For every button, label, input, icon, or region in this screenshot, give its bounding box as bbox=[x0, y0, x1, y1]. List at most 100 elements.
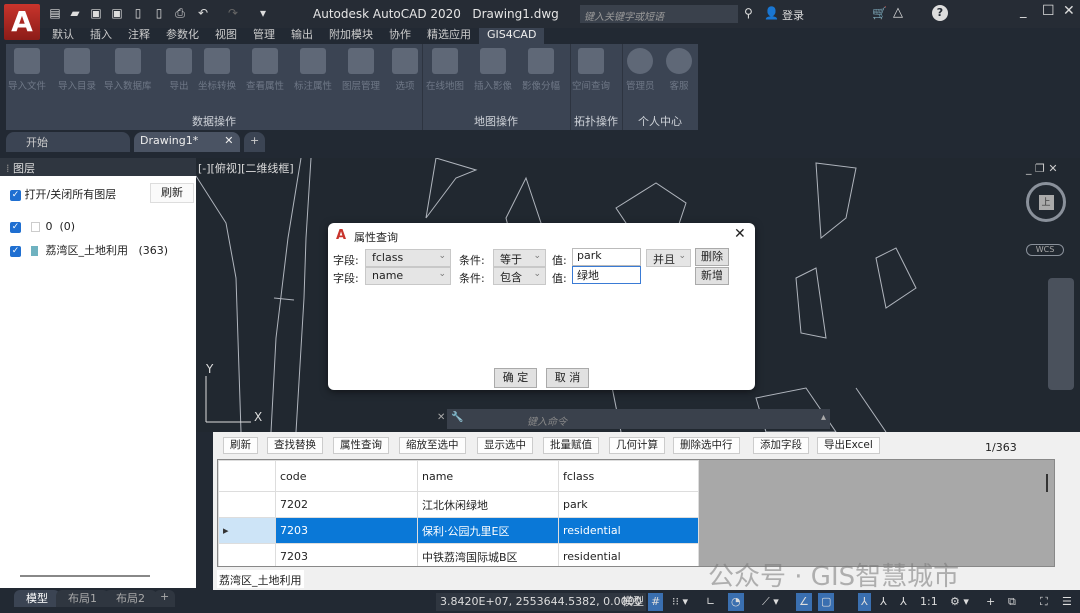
coordinate-transform-button[interactable]: 坐标转换 bbox=[198, 48, 236, 92]
options-button[interactable]: 选项 bbox=[392, 48, 418, 92]
ribbon-tab[interactable]: 默认 bbox=[44, 28, 82, 44]
plus-icon[interactable]: + bbox=[986, 593, 995, 611]
ribbon-tab[interactable]: 附加模块 bbox=[321, 28, 381, 44]
help-icon[interactable]: ? bbox=[932, 5, 948, 21]
isodraft-icon[interactable]: ⟋ ▾ bbox=[762, 593, 779, 611]
isolate-icon[interactable]: ⧉ bbox=[1008, 593, 1016, 611]
refresh-layers-button[interactable]: 刷新 bbox=[150, 183, 194, 203]
wcs-menu[interactable]: WCS bbox=[1026, 244, 1064, 256]
layer-item[interactable]: ✓ 0 (0) bbox=[10, 220, 75, 233]
minimize-button[interactable]: _ bbox=[1020, 4, 1027, 19]
ribbon-tab[interactable]: 插入 bbox=[82, 28, 120, 44]
cart-icon[interactable]: 🛒 bbox=[872, 6, 887, 20]
help-search-input[interactable]: 键入关键字或短语 bbox=[580, 5, 738, 23]
tab-drawing1[interactable]: Drawing1* ✕ bbox=[134, 132, 240, 152]
image-tiling-button[interactable]: 影像分幅 bbox=[522, 48, 560, 92]
logic-select[interactable]: 并且 ⌄ bbox=[646, 249, 691, 267]
ortho-icon[interactable]: ∟ bbox=[706, 593, 715, 611]
checkbox-icon[interactable]: ✓ bbox=[10, 245, 21, 257]
import-file-button[interactable]: 导入文件 bbox=[8, 48, 46, 92]
online-map-button[interactable]: 在线地图 bbox=[426, 48, 464, 92]
app-menu-button[interactable]: A bbox=[4, 4, 40, 40]
ok-button[interactable]: 确 定 bbox=[494, 368, 537, 388]
ribbon-tab[interactable]: 精选应用 bbox=[419, 28, 479, 44]
batch-assign-button[interactable]: 批量赋值 bbox=[543, 437, 599, 454]
support-button[interactable]: 客服 bbox=[666, 48, 692, 92]
customize-menu-icon[interactable]: ☰ bbox=[1062, 593, 1072, 611]
tab-layout2[interactable]: 布局2 bbox=[104, 590, 157, 607]
navigation-bar[interactable] bbox=[1048, 278, 1074, 390]
import-database-button[interactable]: 导入数据库 bbox=[104, 48, 152, 92]
insert-image-button[interactable]: 插入影像 bbox=[474, 48, 512, 92]
add-field-button[interactable]: 添加字段 bbox=[753, 437, 809, 454]
layer-color-swatch[interactable] bbox=[30, 246, 38, 256]
geometry-calc-button[interactable]: 几何计算 bbox=[609, 437, 665, 454]
column-header[interactable]: name bbox=[417, 460, 559, 492]
new-icon[interactable]: ▤ bbox=[48, 6, 62, 20]
command-line[interactable]: ✕ 🔧 键入命令 ▴ bbox=[437, 409, 830, 429]
field-select[interactable]: fclass ⌄ bbox=[365, 249, 451, 267]
save-as-icon[interactable]: ▣ bbox=[110, 6, 124, 20]
new-tab-button[interactable]: + bbox=[244, 132, 266, 152]
autodesk-a360-icon[interactable]: △ bbox=[893, 5, 903, 20]
command-history-icon[interactable]: ▴ bbox=[821, 412, 826, 423]
table-row[interactable]: 7202 江北休闲绿地 park bbox=[218, 491, 699, 518]
grid-icon[interactable]: # bbox=[648, 593, 664, 611]
command-close-icon[interactable]: ✕ bbox=[437, 412, 445, 423]
open-icon[interactable]: ▰ bbox=[68, 6, 82, 20]
add-condition-button[interactable]: 新增 bbox=[695, 267, 729, 285]
binoculars-icon[interactable]: ⚲ bbox=[744, 6, 753, 20]
viewport-controls[interactable]: [-][俯视][二维线框] bbox=[198, 160, 294, 176]
ribbon-tab[interactable]: 视图 bbox=[207, 28, 245, 44]
tab-layout1[interactable]: 布局1 bbox=[56, 590, 109, 607]
admin-button[interactable]: 管理员 bbox=[626, 48, 655, 92]
find-replace-button[interactable]: 查找替换 bbox=[267, 437, 323, 454]
wrench-icon[interactable]: 🔧 bbox=[451, 412, 463, 423]
toggle-all-layers[interactable]: ✓ 打开/关闭所有图层 bbox=[10, 186, 116, 202]
refresh-button[interactable]: 刷新 bbox=[223, 437, 258, 454]
tab-model[interactable]: 模型 bbox=[14, 590, 60, 607]
coordinates-readout[interactable]: 3.8420E+07, 2553644.5382, 0.0000 bbox=[436, 593, 646, 611]
ribbon-tab[interactable]: 管理 bbox=[245, 28, 283, 44]
redo-icon[interactable]: ↷ bbox=[226, 6, 240, 20]
fullscreen-icon[interactable]: ⛶ bbox=[1040, 593, 1048, 611]
attribute-query-button[interactable]: 属性查询 bbox=[333, 437, 389, 454]
export-button[interactable]: 导出 bbox=[166, 48, 192, 92]
osnap-icon[interactable]: ▢ bbox=[818, 593, 835, 611]
table-row-selected[interactable]: ▸ 7203 保利·公园九里E区 residential bbox=[218, 517, 699, 544]
layer-manager-button[interactable]: 图层管理 bbox=[342, 48, 380, 92]
viewcube[interactable]: 上 bbox=[1026, 182, 1066, 222]
auto-scale-icon[interactable]: ⅄ bbox=[880, 593, 887, 611]
layer-item[interactable]: ✓ 荔湾区_土地利用 (363) bbox=[10, 242, 168, 258]
annotation-scale-value[interactable]: 1:1 bbox=[920, 593, 938, 611]
save-icon[interactable]: ▣ bbox=[89, 6, 103, 20]
checkbox-icon[interactable]: ✓ bbox=[10, 221, 21, 233]
ribbon-tab[interactable]: 注释 bbox=[120, 28, 158, 44]
login-button[interactable]: 登录 bbox=[782, 7, 804, 23]
show-selected-button[interactable]: 显示选中 bbox=[477, 437, 533, 454]
vertical-scrollbar[interactable] bbox=[1046, 474, 1048, 492]
viewcube-top[interactable]: 上 bbox=[1038, 195, 1054, 210]
share-icon[interactable]: ▯ bbox=[152, 6, 166, 20]
close-button[interactable]: ✕ bbox=[1063, 3, 1075, 19]
condition-select[interactable]: 等于 ⌄ bbox=[493, 249, 546, 267]
zoom-to-selected-button[interactable]: 缩放至选中 bbox=[399, 437, 466, 454]
checkbox-icon[interactable]: ✓ bbox=[10, 189, 21, 201]
delete-condition-button[interactable]: 删除 bbox=[695, 248, 729, 266]
annotation-visibility-icon[interactable]: ⅄ bbox=[858, 593, 871, 611]
maximize-button[interactable]: ☐ bbox=[1042, 3, 1055, 19]
customize-icon[interactable]: ▾ bbox=[256, 6, 270, 20]
polar-icon[interactable]: ◔ bbox=[728, 593, 744, 611]
dialog-close-button[interactable]: ✕ bbox=[734, 226, 746, 242]
osnap-tracking-icon[interactable]: ∠ bbox=[796, 593, 812, 611]
value-input[interactable]: park bbox=[572, 248, 641, 266]
command-input[interactable]: 键入命令 bbox=[527, 413, 567, 428]
tab-start[interactable]: 开始 bbox=[6, 132, 130, 152]
close-tab-icon[interactable]: ✕ bbox=[224, 134, 233, 147]
workspace-gear-icon[interactable]: ⚙ ▾ bbox=[950, 593, 969, 611]
ribbon-tab[interactable]: 协作 bbox=[381, 28, 419, 44]
export-excel-button[interactable]: 导出Excel bbox=[817, 437, 880, 454]
view-attributes-button[interactable]: 查看属性 bbox=[246, 48, 284, 92]
condition-select[interactable]: 包含 ⌄ bbox=[493, 267, 546, 285]
table-row[interactable]: 7203 中铁荔湾国际城B区 residential bbox=[218, 543, 699, 566]
